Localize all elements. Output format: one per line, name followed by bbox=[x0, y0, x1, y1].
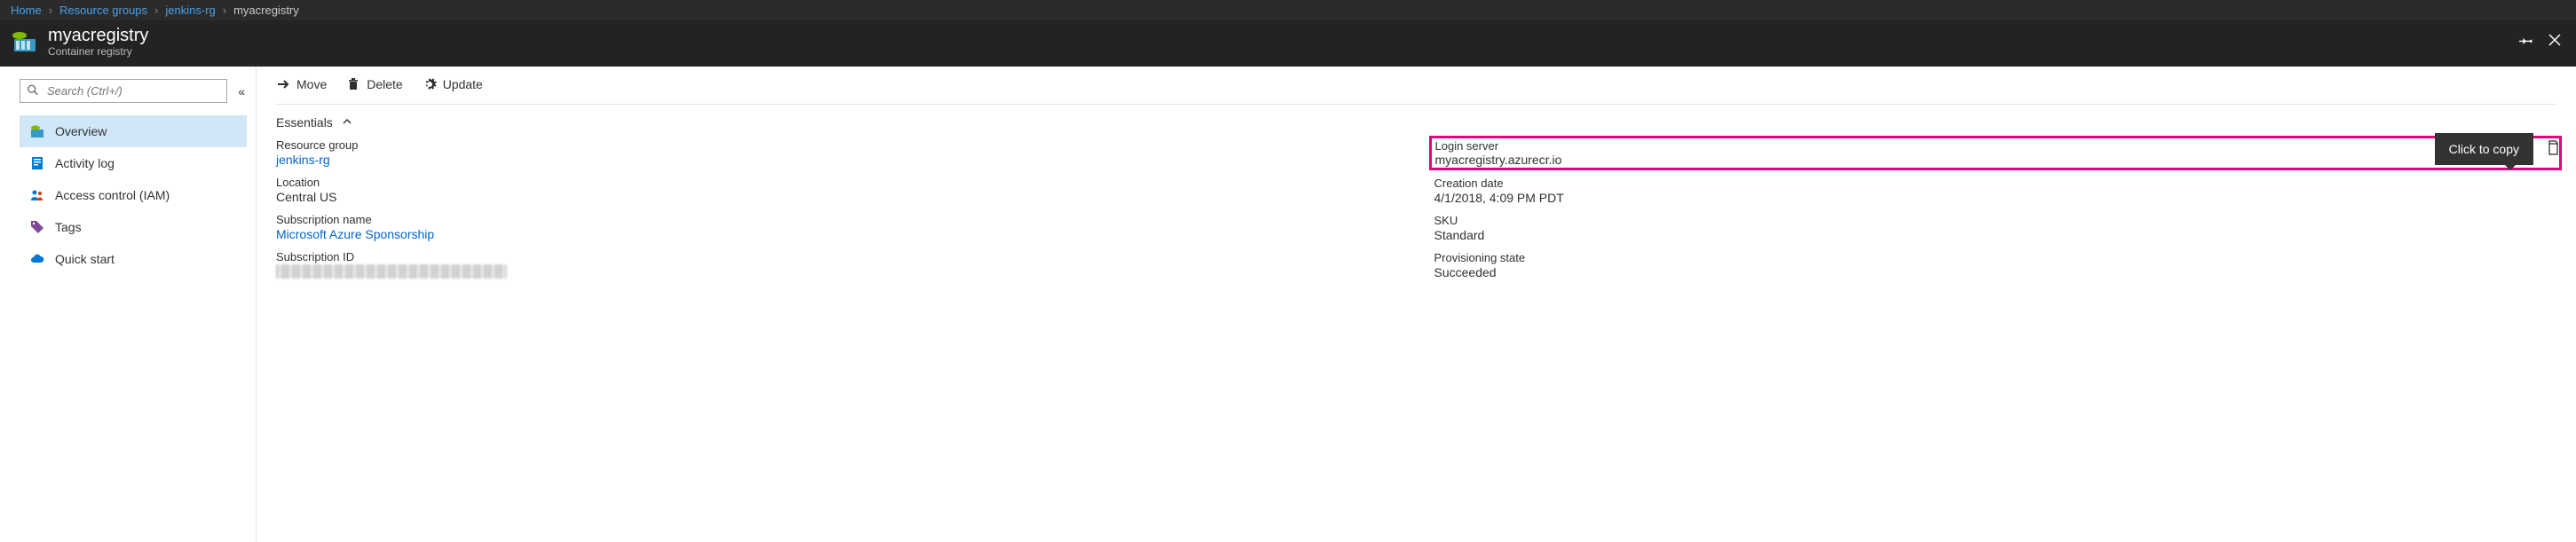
essentials-panel: Resource group jenkins-rg Location Centr… bbox=[276, 138, 2556, 279]
toolbar: Move Delete Update bbox=[276, 77, 2556, 105]
trash-icon bbox=[346, 77, 360, 91]
gear-icon bbox=[423, 77, 437, 91]
container-registry-icon bbox=[11, 30, 39, 53]
essentials-toggle[interactable]: Essentials bbox=[276, 105, 2556, 138]
resource-group-value[interactable]: jenkins-rg bbox=[276, 153, 1399, 167]
sidebar-item-label: Access control (IAM) bbox=[55, 188, 170, 202]
sidebar-item-quick-start[interactable]: Quick start bbox=[20, 243, 247, 275]
location-label: Location bbox=[276, 176, 1399, 189]
creation-date-value: 4/1/2018, 4:09 PM PDT bbox=[1434, 191, 2557, 205]
copy-tooltip: Click to copy bbox=[2435, 133, 2533, 165]
delete-button[interactable]: Delete bbox=[346, 77, 402, 91]
subscription-name-label: Subscription name bbox=[276, 213, 1399, 226]
search-input[interactable] bbox=[20, 79, 227, 103]
chevron-up-icon bbox=[342, 115, 352, 130]
chevron-right-icon: › bbox=[154, 4, 158, 17]
sidebar-item-activity-log[interactable]: Activity log bbox=[20, 147, 247, 179]
cloud-icon bbox=[30, 252, 44, 266]
update-button[interactable]: Update bbox=[423, 77, 483, 91]
subscription-name-value[interactable]: Microsoft Azure Sponsorship bbox=[276, 227, 1399, 241]
provisioning-state-value: Succeeded bbox=[1434, 265, 2557, 279]
sidebar-item-label: Quick start bbox=[55, 252, 115, 266]
login-server-highlight: Login server myacregistry.azurecr.io bbox=[1429, 136, 2563, 170]
sidebar-item-tags[interactable]: Tags bbox=[20, 211, 247, 243]
chevron-right-icon: › bbox=[223, 4, 226, 17]
sidebar: « Overview Activity log Access control (… bbox=[0, 67, 257, 542]
sidebar-item-label: Overview bbox=[55, 124, 107, 138]
pin-icon[interactable] bbox=[2519, 33, 2533, 51]
update-label: Update bbox=[443, 77, 483, 91]
delete-label: Delete bbox=[367, 77, 402, 91]
page-title: myacregistry bbox=[48, 26, 148, 45]
breadcrumb-current: myacregistry bbox=[233, 4, 299, 17]
collapse-sidebar-icon[interactable]: « bbox=[236, 84, 247, 98]
page-subtitle: Container registry bbox=[48, 45, 148, 58]
sidebar-item-access-control[interactable]: Access control (IAM) bbox=[20, 179, 247, 211]
copy-icon[interactable] bbox=[2546, 140, 2560, 159]
subscription-id-value bbox=[276, 264, 507, 279]
sidebar-item-overview[interactable]: Overview bbox=[20, 115, 247, 147]
resource-header: myacregistry Container registry bbox=[0, 20, 2576, 67]
breadcrumb: Home › Resource groups › jenkins-rg › my… bbox=[0, 0, 2576, 20]
people-icon bbox=[30, 188, 44, 202]
essentials-label: Essentials bbox=[276, 115, 333, 130]
search-icon bbox=[27, 83, 39, 98]
subscription-id-label: Subscription ID bbox=[276, 250, 1399, 263]
sidebar-item-label: Tags bbox=[55, 220, 82, 234]
breadcrumb-jenkins-rg[interactable]: jenkins-rg bbox=[165, 4, 215, 17]
main-content: Move Delete Update Essentials bbox=[257, 67, 2576, 542]
arrow-right-icon bbox=[276, 77, 290, 91]
location-value: Central US bbox=[276, 190, 1399, 204]
creation-date-label: Creation date bbox=[1434, 177, 2557, 190]
tag-icon bbox=[30, 220, 44, 234]
registry-icon bbox=[30, 124, 44, 138]
log-icon bbox=[30, 156, 44, 170]
sku-value: Standard bbox=[1434, 228, 2557, 242]
provisioning-state-label: Provisioning state bbox=[1434, 251, 2557, 264]
move-button[interactable]: Move bbox=[276, 77, 327, 91]
resource-group-label: Resource group bbox=[276, 138, 1399, 152]
breadcrumb-home[interactable]: Home bbox=[11, 4, 42, 17]
chevron-right-icon: › bbox=[49, 4, 52, 17]
login-server-value: myacregistry.azurecr.io bbox=[1435, 153, 1562, 167]
login-server-label: Login server bbox=[1435, 139, 1499, 153]
sidebar-item-label: Activity log bbox=[55, 156, 115, 170]
breadcrumb-resource-groups[interactable]: Resource groups bbox=[59, 4, 147, 17]
close-icon[interactable] bbox=[2548, 33, 2562, 51]
sku-label: SKU bbox=[1434, 214, 2557, 227]
move-label: Move bbox=[296, 77, 327, 91]
